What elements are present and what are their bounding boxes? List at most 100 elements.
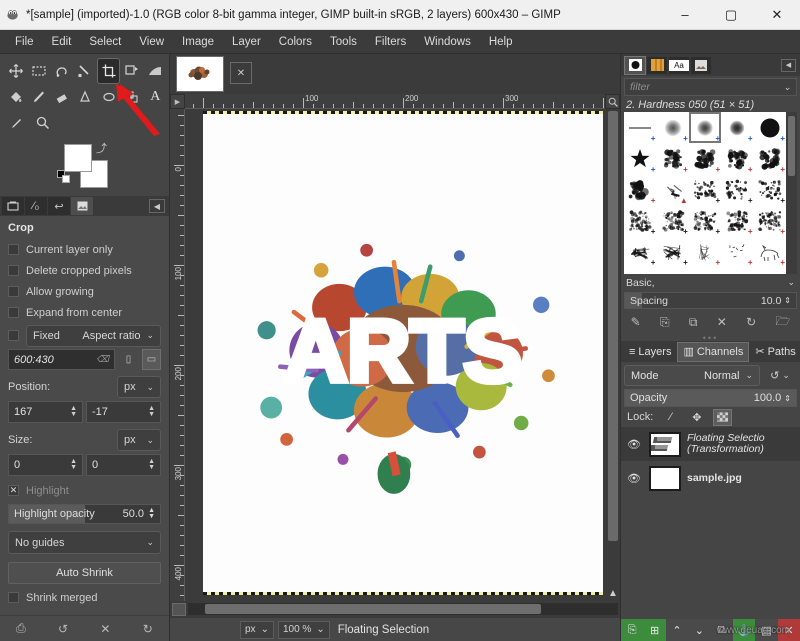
position-unit-combo[interactable]: px ⌄ bbox=[117, 376, 161, 398]
size-width-input[interactable]: 0 ▲▼ bbox=[8, 454, 83, 476]
merge-layer-button[interactable]: ▤ bbox=[755, 619, 777, 641]
checkbox-highlight[interactable]: ✕ bbox=[8, 485, 19, 496]
refresh-brushes-icon[interactable]: ↻ bbox=[746, 315, 756, 329]
spinner-arrows-icon[interactable]: ▲▼ bbox=[70, 459, 77, 471]
portrait-orientation-icon[interactable]: ▯ bbox=[119, 349, 138, 370]
lower-layer-button[interactable]: ⌄ bbox=[688, 619, 710, 641]
scrollbar-track[interactable] bbox=[188, 603, 618, 615]
brush-grunge-03[interactable]: + bbox=[689, 205, 721, 236]
menu-file[interactable]: File bbox=[6, 33, 43, 51]
vertical-ruler[interactable]: 0100200300400 bbox=[170, 109, 185, 601]
image-tab-thumbnail[interactable] bbox=[176, 56, 224, 92]
documents-tab[interactable] bbox=[691, 57, 711, 74]
layer-visibility-icon[interactable]: 👁 bbox=[625, 438, 643, 451]
option-expand-from-center[interactable]: Expand from center bbox=[8, 302, 161, 323]
menu-image[interactable]: Image bbox=[173, 33, 223, 51]
brush-hardness-025[interactable]: + bbox=[656, 112, 688, 143]
tab-channels[interactable]: ▥ Channels bbox=[678, 343, 748, 361]
brush-acrylic-02[interactable]: + bbox=[689, 143, 721, 174]
spinner-arrows-icon[interactable]: ⇕ bbox=[784, 394, 791, 403]
brushes-tab[interactable] bbox=[625, 57, 645, 74]
foreground-color-swatch[interactable] bbox=[64, 144, 92, 172]
brush-grunge-05[interactable]: + bbox=[754, 205, 786, 236]
brush-acrylic-03[interactable]: + bbox=[721, 143, 753, 174]
brush-confetti-01[interactable]: + bbox=[689, 174, 721, 205]
auto-shrink-button[interactable]: Auto Shrink bbox=[8, 562, 161, 584]
menu-layer[interactable]: Layer bbox=[223, 33, 270, 51]
open-brush-folder-icon[interactable]: 🗁 bbox=[775, 312, 790, 333]
fonts-tab[interactable]: Aa bbox=[669, 57, 689, 74]
spinner-arrows-icon[interactable]: ▲▼ bbox=[148, 459, 155, 471]
menu-edit[interactable]: Edit bbox=[43, 33, 81, 51]
tab-layers[interactable]: ≡ Layers bbox=[624, 343, 676, 361]
dock-separator-handle[interactable]: ••• bbox=[621, 334, 800, 341]
pencil-tool[interactable] bbox=[28, 85, 49, 109]
spinner-arrows-icon[interactable]: ▲▼ bbox=[70, 406, 77, 418]
canvas-horizontal-scrollbar[interactable] bbox=[170, 601, 620, 617]
tab-paths[interactable]: ✂ Paths bbox=[750, 343, 800, 361]
restore-tool-preset-icon[interactable]: ↺ bbox=[58, 622, 68, 636]
brush-acrylic-04[interactable]: + bbox=[754, 143, 786, 174]
brush-star[interactable]: + bbox=[624, 143, 656, 174]
menu-filters[interactable]: Filters bbox=[366, 33, 415, 51]
layer-opacity-slider[interactable]: Opacity 100.0 ⇕ bbox=[624, 389, 797, 407]
option-highlight[interactable]: ✕ Highlight bbox=[8, 480, 161, 501]
layer-list[interactable]: 👁 Floating Selectio (Transformation) 👁 s… bbox=[621, 427, 800, 619]
brush-texture-01[interactable]: + bbox=[624, 236, 656, 267]
brush-bristles-01[interactable]: + bbox=[624, 174, 656, 205]
navigation-preview-button[interactable] bbox=[172, 603, 186, 616]
spinner-arrows-icon[interactable]: ⇕ bbox=[784, 296, 791, 305]
unit-selector[interactable]: px ⌄ bbox=[240, 621, 274, 639]
checkbox-expand-from-center[interactable] bbox=[8, 307, 19, 318]
option-fixed-row[interactable]: Fixed Aspect ratio ⌄ bbox=[8, 325, 161, 346]
bucket-fill-tool[interactable] bbox=[5, 85, 26, 109]
checkbox-delete-cropped-pixels[interactable] bbox=[8, 265, 19, 276]
quick-mask-corner-button[interactable]: ▶ bbox=[170, 94, 185, 109]
size-unit-combo[interactable]: px ⌄ bbox=[117, 429, 161, 451]
menu-windows[interactable]: Windows bbox=[415, 33, 480, 51]
scrollbar-thumb[interactable] bbox=[205, 604, 540, 614]
brush-grunge-02[interactable]: + bbox=[656, 205, 688, 236]
new-layer-button[interactable]: ⎘ bbox=[621, 619, 643, 641]
close-button[interactable]: ✕ bbox=[754, 0, 800, 30]
menu-select[interactable]: Select bbox=[80, 33, 130, 51]
position-y-input[interactable]: -17 ▲▼ bbox=[86, 401, 161, 423]
zoom-tool[interactable] bbox=[31, 111, 55, 135]
option-delete-cropped-pixels[interactable]: Delete cropped pixels bbox=[8, 260, 161, 281]
zoom-image-window-icon[interactable] bbox=[605, 94, 620, 109]
move-tool[interactable] bbox=[5, 59, 26, 83]
delete-layer-button[interactable]: ✕ bbox=[778, 619, 800, 641]
new-layer-group-button[interactable]: ⊞ bbox=[643, 619, 665, 641]
airbrush-tool[interactable] bbox=[75, 85, 96, 109]
menu-view[interactable]: View bbox=[130, 33, 173, 51]
menu-tools[interactable]: Tools bbox=[321, 33, 366, 51]
crop-tool[interactable] bbox=[98, 59, 119, 83]
brush-spacing-slider[interactable]: Spacing 10.0 ⇕ bbox=[624, 292, 797, 309]
text-tool[interactable]: A bbox=[145, 85, 166, 109]
spinner-arrows-icon[interactable]: ▲▼ bbox=[148, 508, 155, 520]
checkbox-current-layer-only[interactable] bbox=[8, 244, 19, 255]
position-x-input[interactable]: 167 ▲▼ bbox=[8, 401, 83, 423]
maximize-button[interactable]: ▢ bbox=[708, 0, 754, 30]
device-status-tab[interactable]: ↩ bbox=[48, 197, 70, 215]
delete-brush-icon[interactable]: ✕ bbox=[717, 315, 727, 329]
zoom-selector[interactable]: 100 % ⌄ bbox=[278, 621, 330, 639]
duplicate-brush-icon[interactable]: ⧉ bbox=[689, 315, 698, 330]
brush-acrylic-01[interactable]: + bbox=[656, 143, 688, 174]
lock-pixels-icon[interactable]: ⁄ bbox=[662, 410, 679, 425]
highlight-opacity-slider[interactable]: Highlight opacity 50.0 ▲▼ bbox=[8, 504, 161, 524]
layer-mode-combo[interactable]: Mode Normal ⌄ bbox=[624, 365, 760, 386]
size-height-input[interactable]: 0 ▲▼ bbox=[86, 454, 161, 476]
brush-grid[interactable]: +++++++++++▲+++++++++++++ bbox=[624, 112, 786, 274]
images-tab[interactable] bbox=[71, 197, 93, 215]
default-colors-icon[interactable] bbox=[57, 170, 71, 184]
clear-icon[interactable]: ⌫ bbox=[96, 354, 109, 365]
scrollbar-thumb[interactable] bbox=[608, 111, 618, 541]
smudge-tool[interactable] bbox=[98, 85, 119, 109]
canvas-vertical-scrollbar[interactable]: ▲ bbox=[606, 109, 620, 601]
undo-history-tab[interactable]: ⁄₀ bbox=[25, 197, 47, 215]
brush-tag-row[interactable]: Basic, ⌄ bbox=[621, 274, 800, 291]
landscape-orientation-icon[interactable]: ▭ bbox=[142, 349, 161, 370]
checkbox-fixed[interactable] bbox=[8, 330, 19, 341]
aspect-ratio-input[interactable]: 600:430 ⌫ bbox=[8, 349, 115, 370]
